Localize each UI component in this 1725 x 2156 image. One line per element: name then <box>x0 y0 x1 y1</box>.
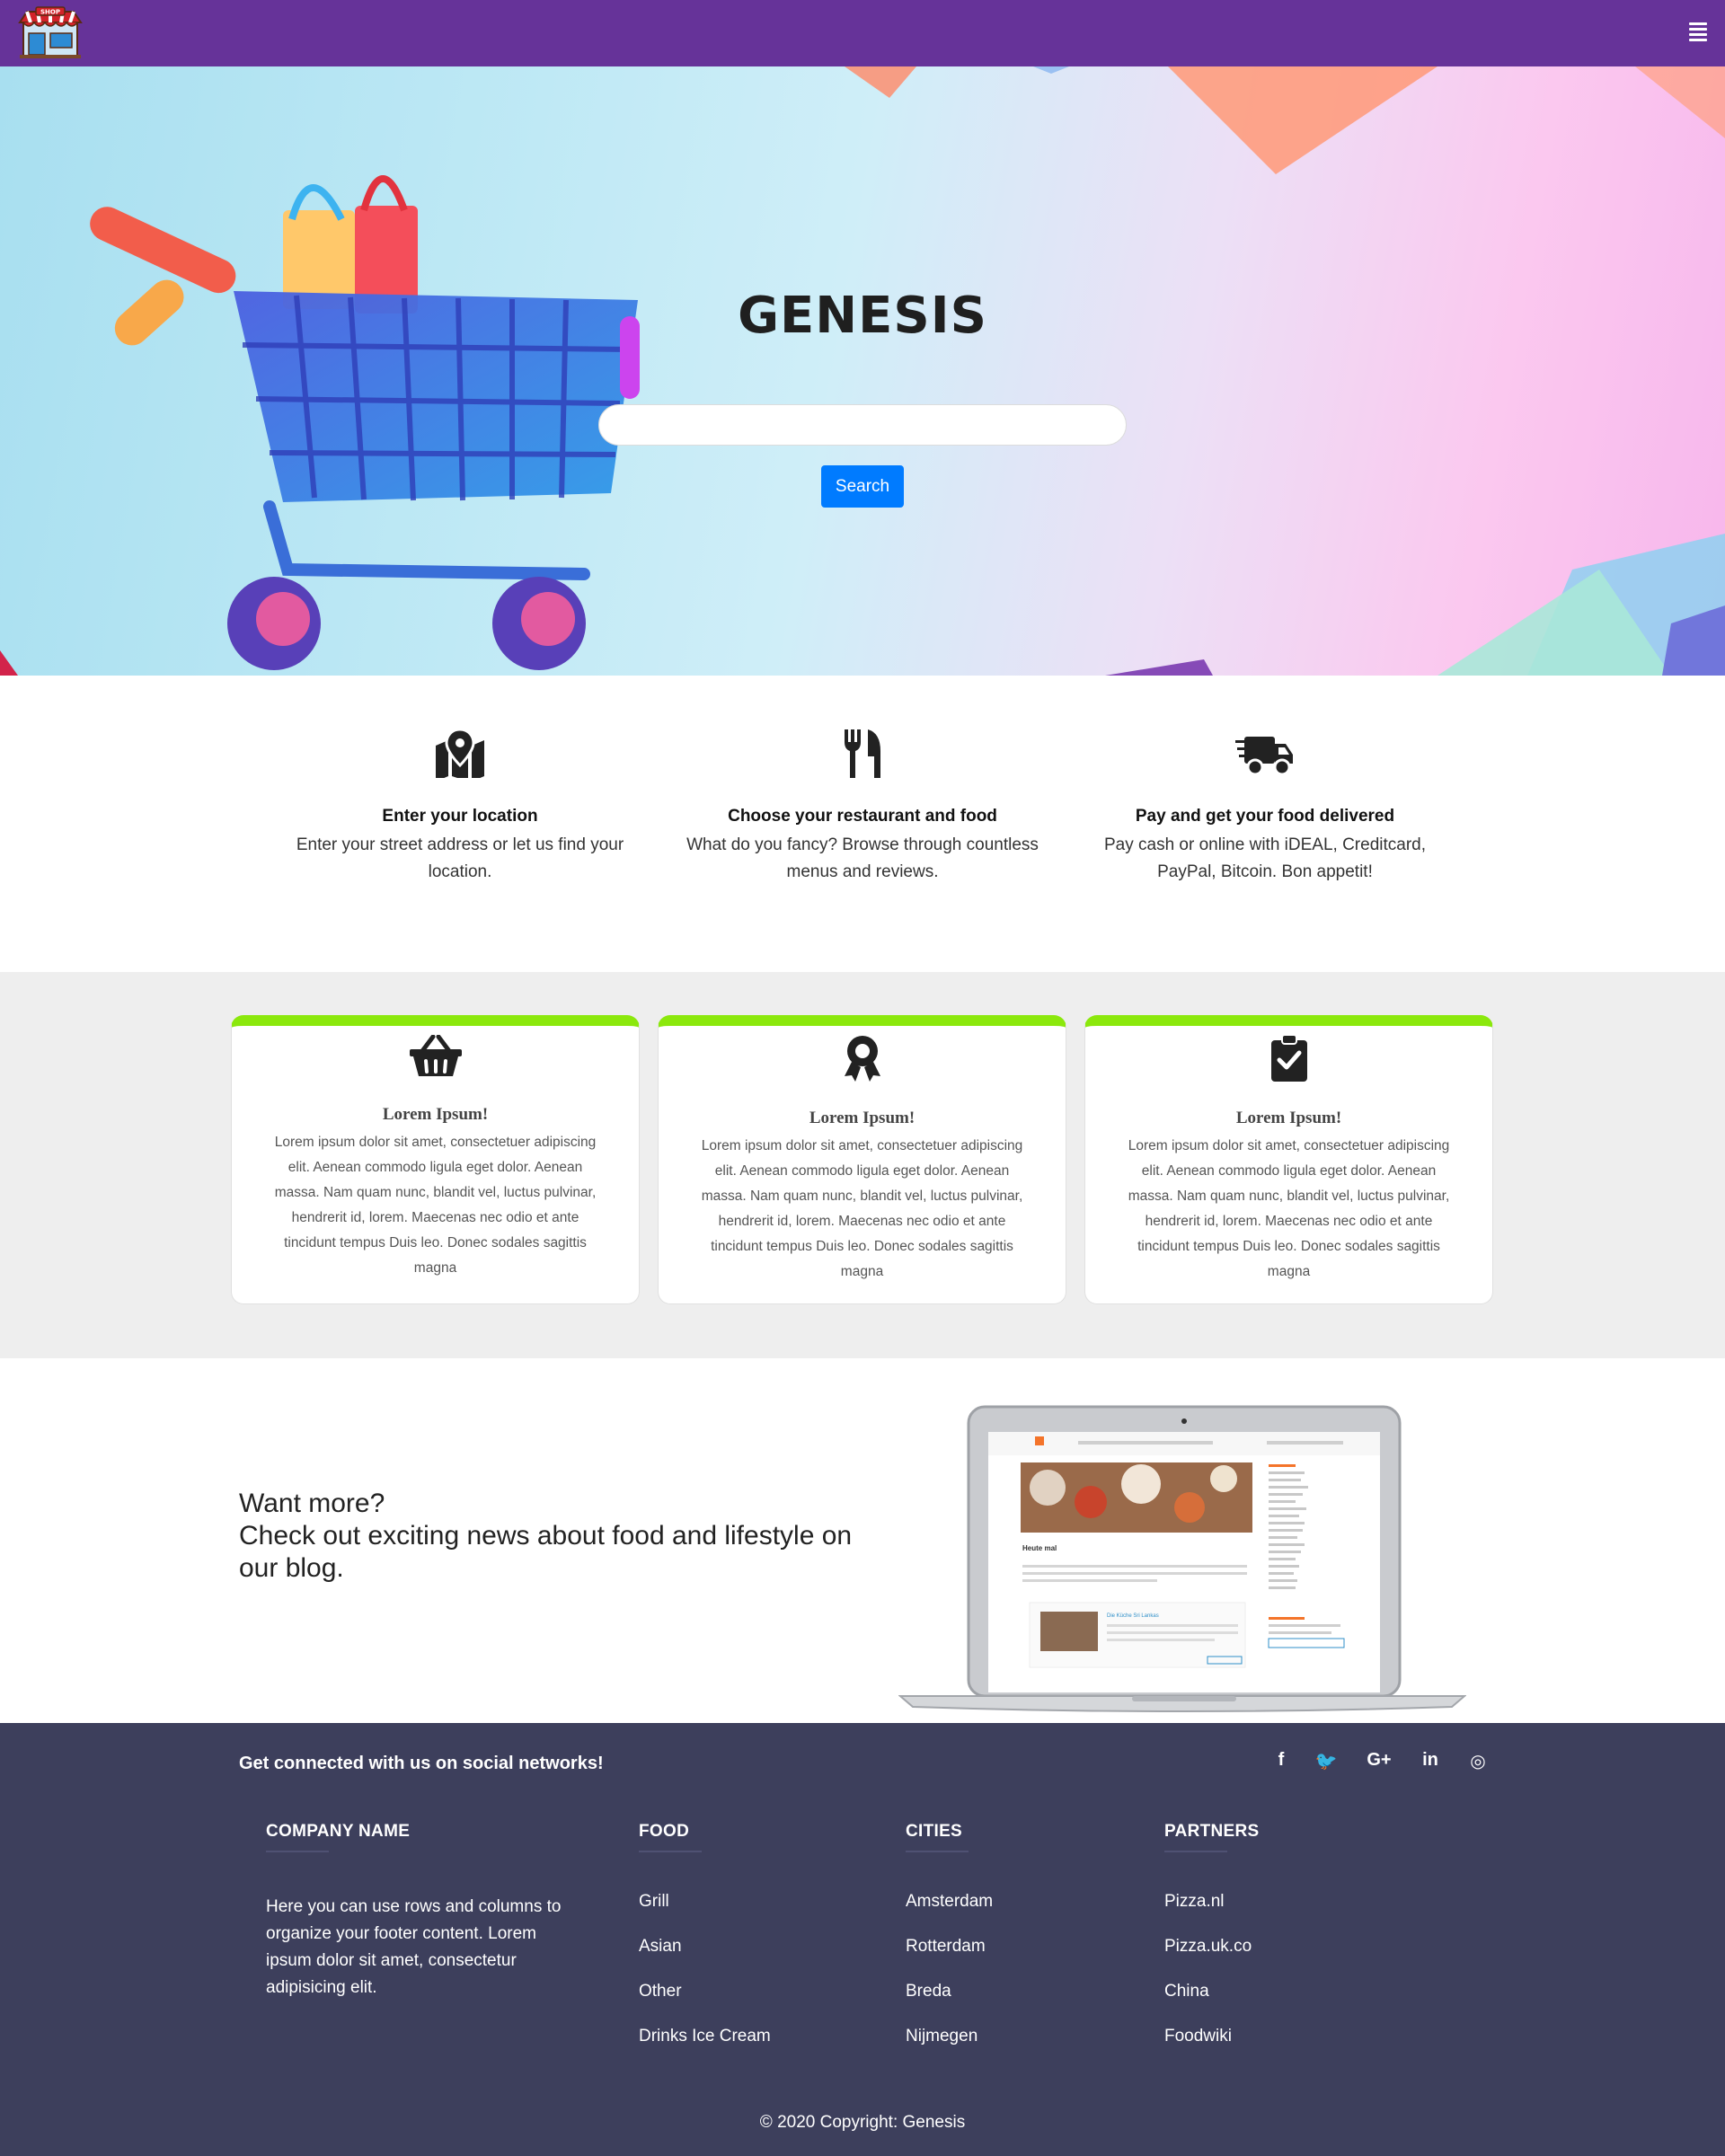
footer-link[interactable]: China <box>1164 1982 1260 2027</box>
hamburger-icon <box>1689 22 1707 25</box>
footer-heading-rule <box>1164 1851 1227 1852</box>
feature-title: Lorem Ipsum! <box>1235 1109 1342 1127</box>
footer-column-food: FOOD Grill Asian Other Drinks Ice Cream <box>639 1822 771 2072</box>
top-navbar: SHOP <box>0 0 1725 66</box>
footer-heading-rule <box>906 1851 969 1852</box>
footer-column-cities: CITIES Amsterdam Rotterdam Breda Nijmege… <box>906 1822 993 2072</box>
footer-heading-rule <box>639 1851 702 1852</box>
footer-heading-rule <box>266 1851 329 1852</box>
step-description: What do you fancy? Browse through countl… <box>686 835 1039 881</box>
instagram-icon[interactable]: ◎ <box>1462 1750 1494 1777</box>
footer-column-partners: PARTNERS Pizza.nl Pizza.uk.co China Food… <box>1164 1822 1260 2072</box>
hero-search-input[interactable] <box>598 404 1127 446</box>
feature-title: Lorem Ipsum! <box>809 1109 916 1127</box>
feature-title: Lorem Ipsum! <box>382 1105 489 1124</box>
shop-logo[interactable]: SHOP <box>16 6 84 60</box>
feature-card: Lorem Ipsum! Lorem ipsum dolor sit amet,… <box>231 1015 640 1304</box>
feature-card: Lorem Ipsum! Lorem ipsum dolor sit amet,… <box>1084 1015 1493 1304</box>
feature-card: Lorem Ipsum! Lorem ipsum dolor sit amet,… <box>658 1015 1066 1304</box>
clipboard-check-icon <box>1270 1035 1307 1082</box>
award-icon <box>844 1036 880 1082</box>
laptop-blog-preview[interactable]: Heute mal Die Küche Sri Lankas <box>898 1382 1466 1714</box>
menu-toggle-button[interactable] <box>1689 22 1707 42</box>
blog-promo-line2[interactable]: Check out exciting news about food and l… <box>239 1520 868 1585</box>
step-title: Pay and get your food delivered <box>1135 807 1395 826</box>
step-description: Pay cash or online with iDEAL, Creditcar… <box>1104 835 1426 881</box>
laptop-screen-heading: Heute mal <box>1022 1544 1057 1552</box>
basket-icon <box>409 1035 462 1076</box>
laptop-screen-subheading: Die Küche Sri Lankas <box>1107 1613 1159 1619</box>
footer-column-company: COMPANY NAME Here you can use rows and c… <box>266 1822 562 2001</box>
footer-link[interactable]: Rotterdam <box>906 1937 993 1982</box>
step-title: Choose your restaurant and food <box>728 807 997 826</box>
how-it-works-section: Enter your location Enter your street ad… <box>0 676 1725 972</box>
footer-link[interactable]: Asian <box>639 1937 771 1982</box>
shop-logo-text: SHOP <box>40 9 60 16</box>
footer-link[interactable]: Breda <box>906 1982 993 2027</box>
site-footer: Get connected with us on social networks… <box>0 1723 1725 2156</box>
footer-link[interactable]: Grill <box>639 1892 771 1937</box>
feature-text: Lorem ipsum dolor sit amet, consectetuer… <box>1128 1138 1450 1279</box>
blog-promo-line1: Want more? <box>239 1489 385 1518</box>
hero-title: GENESIS <box>738 287 987 345</box>
footer-company-body: Here you can use rows and columns to org… <box>266 1897 562 1997</box>
feature-text: Lorem ipsum dolor sit amet, consectetuer… <box>701 1138 1023 1279</box>
copyright-text: © 2020 Copyright: Genesis <box>759 2113 966 2132</box>
step-delivery: Pay and get your food delivered Pay cash… <box>1076 729 1454 886</box>
step-description: Enter your street address or let us find… <box>296 835 624 881</box>
step-choose-food: Choose your restaurant and food What do … <box>674 729 1051 886</box>
footer-heading: COMPANY NAME <box>266 1822 411 1841</box>
footer-link[interactable]: Drinks Ice Cream <box>639 2027 771 2072</box>
delivery-truck-icon <box>1235 737 1293 776</box>
footer-link[interactable]: Pizza.nl <box>1164 1892 1260 1937</box>
feature-text: Lorem ipsum dolor sit amet, consectetuer… <box>274 1135 597 1276</box>
map-marker-icon <box>436 729 484 778</box>
google-plus-icon[interactable]: G+ <box>1363 1750 1395 1777</box>
shopping-cart-illustration <box>90 175 640 670</box>
hero-section: GENESIS Search <box>0 66 1725 676</box>
footer-heading: CITIES <box>906 1822 963 1841</box>
blog-section: Want more? Check out exciting news about… <box>0 1358 1725 1723</box>
search-button[interactable]: Search <box>821 465 904 508</box>
twitter-icon[interactable]: 🐦 <box>1310 1750 1342 1777</box>
footer-heading: FOOD <box>639 1822 690 1841</box>
footer-link[interactable]: Pizza.uk.co <box>1164 1937 1260 1982</box>
footer-link[interactable]: Amsterdam <box>906 1892 993 1937</box>
footer-link[interactable]: Nijmegen <box>906 2027 993 2072</box>
footer-heading: PARTNERS <box>1164 1822 1260 1841</box>
step-title: Enter your location <box>382 807 538 826</box>
footer-link[interactable]: Other <box>639 1982 771 2027</box>
utensils-icon <box>845 729 880 778</box>
blog-promo-text: Want more? Check out exciting news about… <box>239 1488 868 1585</box>
linkedin-icon[interactable]: in <box>1414 1750 1446 1777</box>
social-tagline: Get connected with us on social networks… <box>239 1754 604 1773</box>
footer-link[interactable]: Foodwiki <box>1164 2027 1260 2072</box>
step-location: Enter your location Enter your street ad… <box>271 729 649 886</box>
facebook-icon[interactable]: f <box>1265 1750 1297 1777</box>
features-section: Lorem Ipsum! Lorem ipsum dolor sit amet,… <box>0 972 1725 1358</box>
